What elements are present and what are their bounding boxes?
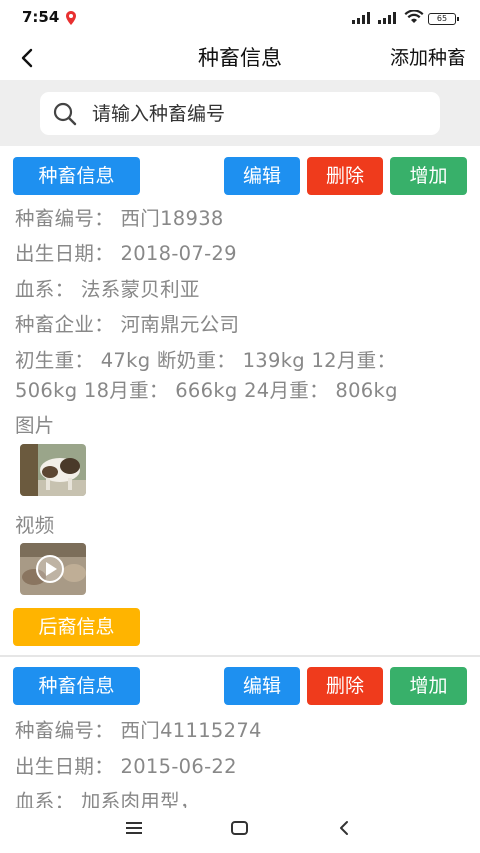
images-label: 图片 bbox=[15, 414, 55, 437]
search-icon bbox=[52, 101, 78, 127]
menu-icon[interactable] bbox=[124, 820, 146, 840]
company: 种畜企业： 河南鼎元公司 bbox=[15, 313, 240, 336]
birth-date: 出生日期： 2015-06-22 bbox=[15, 755, 237, 778]
livestock-photo[interactable] bbox=[20, 444, 86, 496]
add-livestock-button[interactable]: 添加种畜 bbox=[390, 43, 466, 70]
search-area bbox=[0, 80, 480, 146]
livestock-card: 种畜信息 编辑 删除 增加 种畜编号： 西门18938 出生日期： 2018-0… bbox=[0, 146, 480, 656]
battery-icon: 65 bbox=[428, 12, 459, 25]
back-nav-icon[interactable] bbox=[335, 819, 353, 841]
system-nav-bar bbox=[0, 808, 480, 853]
search-box[interactable] bbox=[40, 92, 440, 135]
add-button[interactable]: 增加 bbox=[390, 157, 467, 195]
wifi-icon bbox=[404, 9, 424, 28]
edit-button[interactable]: 编辑 bbox=[224, 667, 300, 705]
home-icon[interactable] bbox=[229, 819, 251, 841]
status-bar: 7:54 65 bbox=[0, 0, 480, 36]
video-label: 视频 bbox=[15, 514, 55, 537]
info-button[interactable]: 种畜信息 bbox=[13, 667, 140, 705]
info-button[interactable]: 种畜信息 bbox=[13, 157, 140, 195]
search-input[interactable] bbox=[92, 92, 422, 135]
livestock-card: 种畜信息 编辑 删除 增加 种畜编号： 西门41115274 出生日期： 201… bbox=[0, 655, 480, 813]
signal-icon-2 bbox=[378, 9, 400, 28]
livestock-code: 种畜编号： 西门18938 bbox=[15, 207, 224, 230]
status-indicators: 65 bbox=[352, 9, 459, 28]
weights-line-2: 506kg 18月重： 666kg 24月重： 806kg bbox=[15, 379, 398, 402]
livestock-video[interactable] bbox=[20, 543, 86, 595]
nav-bar: 种畜信息 添加种畜 bbox=[0, 36, 480, 80]
offspring-button[interactable]: 后裔信息 bbox=[13, 608, 140, 646]
add-button[interactable]: 增加 bbox=[390, 667, 467, 705]
status-time: 7:54 bbox=[22, 8, 60, 26]
delete-button[interactable]: 删除 bbox=[307, 667, 383, 705]
delete-button[interactable]: 删除 bbox=[307, 157, 383, 195]
livestock-code: 种畜编号： 西门41115274 bbox=[15, 719, 262, 742]
signal-icon bbox=[352, 9, 374, 28]
weights-line-1: 初生重： 47kg 断奶重： 139kg 12月重： bbox=[15, 349, 397, 372]
location-icon bbox=[66, 10, 76, 29]
birth-date: 出生日期： 2018-07-29 bbox=[15, 242, 237, 265]
lineage: 血系： 法系蒙贝利亚 bbox=[15, 278, 200, 301]
edit-button[interactable]: 编辑 bbox=[224, 157, 300, 195]
